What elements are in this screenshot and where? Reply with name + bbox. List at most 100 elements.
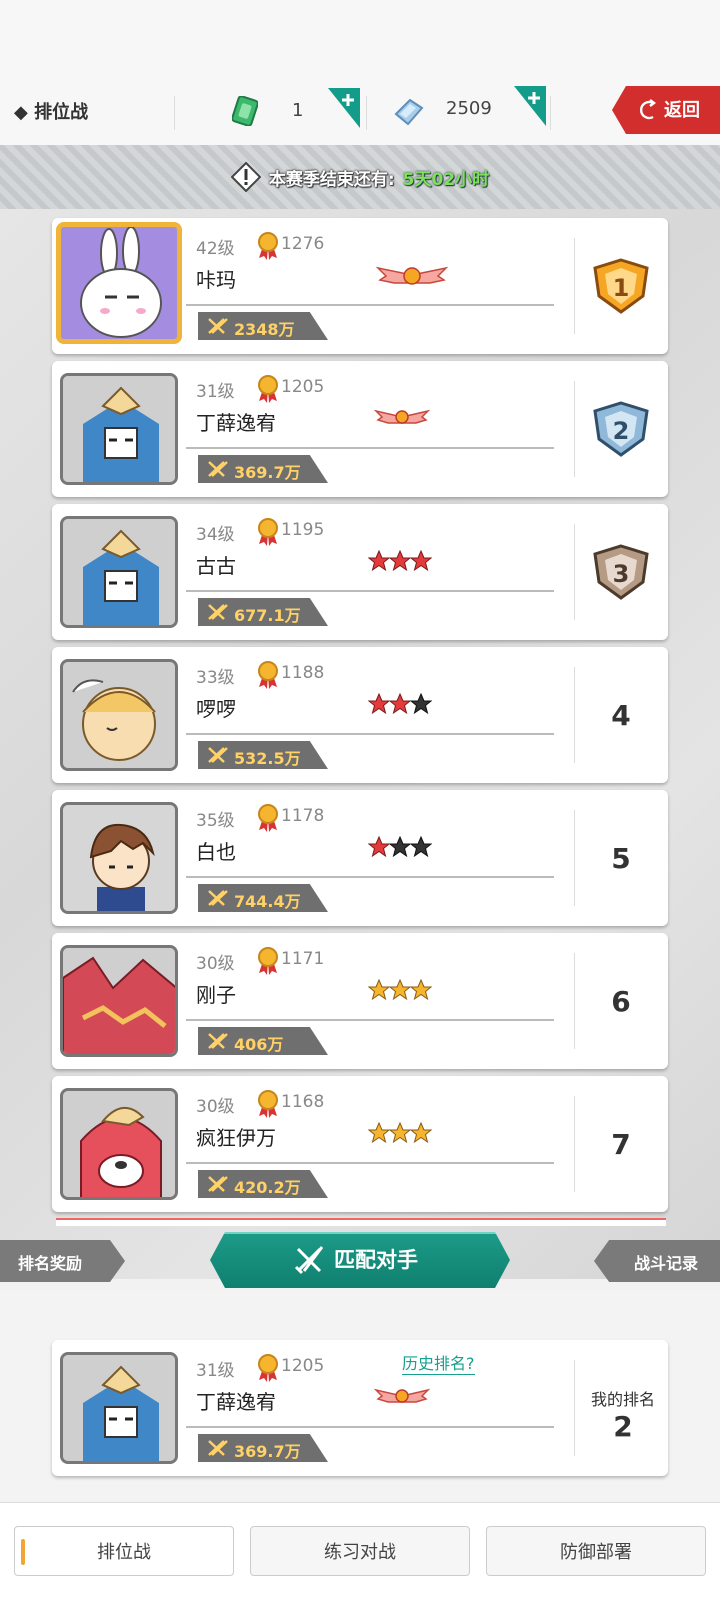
ranking-card[interactable]: 33级 1188 啰啰 532.5万 4 (52, 647, 668, 783)
player-level: 42级 (196, 239, 235, 259)
history-rank-link[interactable]: 历史排名? (402, 1354, 475, 1375)
medal-icon (258, 1090, 278, 1118)
crossed-swords-icon (208, 1033, 228, 1049)
power-badge: 406万 (198, 1027, 328, 1055)
power-value: 532.5万 (234, 749, 301, 768)
rank-badge: 2 (574, 361, 668, 497)
rank-number: 3 (613, 560, 630, 588)
ranking-card[interactable]: 30级 1171 刚子 406万 6 (52, 933, 668, 1069)
divider (186, 447, 554, 449)
ranking-card[interactable]: 42级 1276 咔玛 2348万 1 (52, 218, 668, 354)
crossed-swords-icon (208, 1176, 228, 1192)
crossed-swords-icon (208, 1440, 228, 1456)
red-bear-avatar-icon (63, 1091, 175, 1197)
rank-2-shield-icon: 2 (593, 401, 649, 457)
next-card-peek (56, 1218, 666, 1226)
crossed-swords-icon (208, 747, 228, 763)
divider (186, 1019, 554, 1021)
three-stars-icon (368, 1122, 432, 1144)
player-score: 1188 (281, 663, 325, 683)
crossed-swords-icon (208, 604, 228, 620)
tab-ranked-battle[interactable]: 排位战 (14, 1526, 234, 1576)
player-score: 1205 (281, 1356, 325, 1376)
add-ticket-button[interactable] (328, 88, 360, 128)
player-name: 白也 (196, 840, 236, 864)
gem-icon (394, 98, 424, 126)
rank-number: 1 (613, 274, 630, 302)
player-score: 1178 (281, 806, 325, 826)
rank-number: 2 (613, 417, 630, 445)
player-score: 1205 (281, 377, 325, 397)
three-stars-icon (368, 550, 432, 572)
season-remaining-time: 5天02小时 (402, 169, 490, 190)
season-end-label: 本赛季结束还有: (268, 169, 395, 190)
player-level: 30级 (196, 1097, 235, 1117)
winged-tier-icon (375, 266, 449, 285)
rank-3-shield-icon: 3 (593, 544, 649, 600)
avatar[interactable] (60, 1352, 178, 1464)
player-name: 丁薛逸宥 (196, 411, 276, 435)
avatar[interactable] (56, 222, 182, 344)
medal-icon (258, 661, 278, 689)
ranking-card[interactable]: 31级 1205 丁薛逸宥 369.7万 2 (52, 361, 668, 497)
blonde-hero-avatar-icon (63, 662, 175, 768)
avatar[interactable] (60, 659, 178, 771)
avatar[interactable] (60, 373, 178, 485)
crossed-swords-icon (208, 318, 228, 334)
medal-icon (258, 1354, 278, 1382)
power-badge: 744.4万 (198, 884, 328, 912)
ranking-card[interactable]: 34级 1195 古古 677.1万 3 (52, 504, 668, 640)
tab-defense-setup[interactable]: 防御部署 (486, 1526, 706, 1576)
winged-tier-icon (374, 1388, 430, 1403)
red-dragon-avatar-icon (63, 948, 175, 1054)
my-rank-card[interactable]: 31级 1205 历史排名? 丁薛逸宥 369.7万 我的排名 2 (52, 1340, 668, 1476)
player-name: 咔玛 (196, 268, 236, 292)
power-badge: 677.1万 (198, 598, 328, 626)
page-title: ◆ 排位战 (14, 102, 89, 123)
medal-icon (258, 232, 278, 260)
player-name: 疯狂伊万 (196, 1126, 276, 1150)
player-level: 34级 (196, 525, 235, 545)
avatar[interactable] (60, 516, 178, 628)
rank-number: 5 (611, 841, 631, 875)
divider (186, 304, 554, 306)
avatar[interactable] (60, 1088, 178, 1200)
medal-icon (258, 947, 278, 975)
player-level: 35级 (196, 811, 235, 831)
divider (186, 590, 554, 592)
ranking-card[interactable]: 30级 1168 疯狂伊万 420.2万 7 (52, 1076, 668, 1212)
player-score: 1171 (281, 949, 325, 969)
avatar[interactable] (60, 945, 178, 1057)
tab-practice-battle[interactable]: 练习对战 (250, 1526, 470, 1576)
crossed-swords-icon (294, 1246, 324, 1275)
power-badge: 420.2万 (198, 1170, 328, 1198)
divider (574, 1360, 575, 1456)
match-opponent-label: 匹配对手 (334, 1248, 418, 1272)
player-level: 30级 (196, 954, 235, 974)
power-badge: 2348万 (198, 312, 328, 340)
ranking-card[interactable]: 35级 1178 白也 744.4万 5 (52, 790, 668, 926)
three-stars-icon (368, 836, 432, 858)
three-stars-icon (368, 693, 432, 715)
player-score: 1276 (281, 234, 325, 254)
power-value: 369.7万 (234, 1442, 301, 1461)
power-badge: 369.7万 (198, 1434, 328, 1462)
my-rank-value: 2 (613, 1410, 633, 1443)
warning-icon (230, 162, 261, 192)
rank-reward-label: 排名奖励 (18, 1254, 83, 1273)
divider (186, 1162, 554, 1164)
player-level: 31级 (196, 1361, 235, 1381)
power-value: 2348万 (234, 320, 295, 339)
gem-count: 2509 (446, 98, 492, 119)
power-value: 420.2万 (234, 1178, 301, 1197)
player-score: 1195 (281, 520, 325, 540)
add-gem-button[interactable] (514, 86, 546, 126)
medal-icon (258, 804, 278, 832)
winged-tier-icon (374, 409, 430, 424)
back-label: 返回 (664, 100, 700, 121)
avatar[interactable] (60, 802, 178, 914)
rank-1-shield-icon: 1 (593, 258, 649, 314)
player-level: 31级 (196, 382, 235, 402)
rank-number: 6 (611, 984, 631, 1018)
player-name: 丁薛逸宥 (196, 1390, 276, 1414)
